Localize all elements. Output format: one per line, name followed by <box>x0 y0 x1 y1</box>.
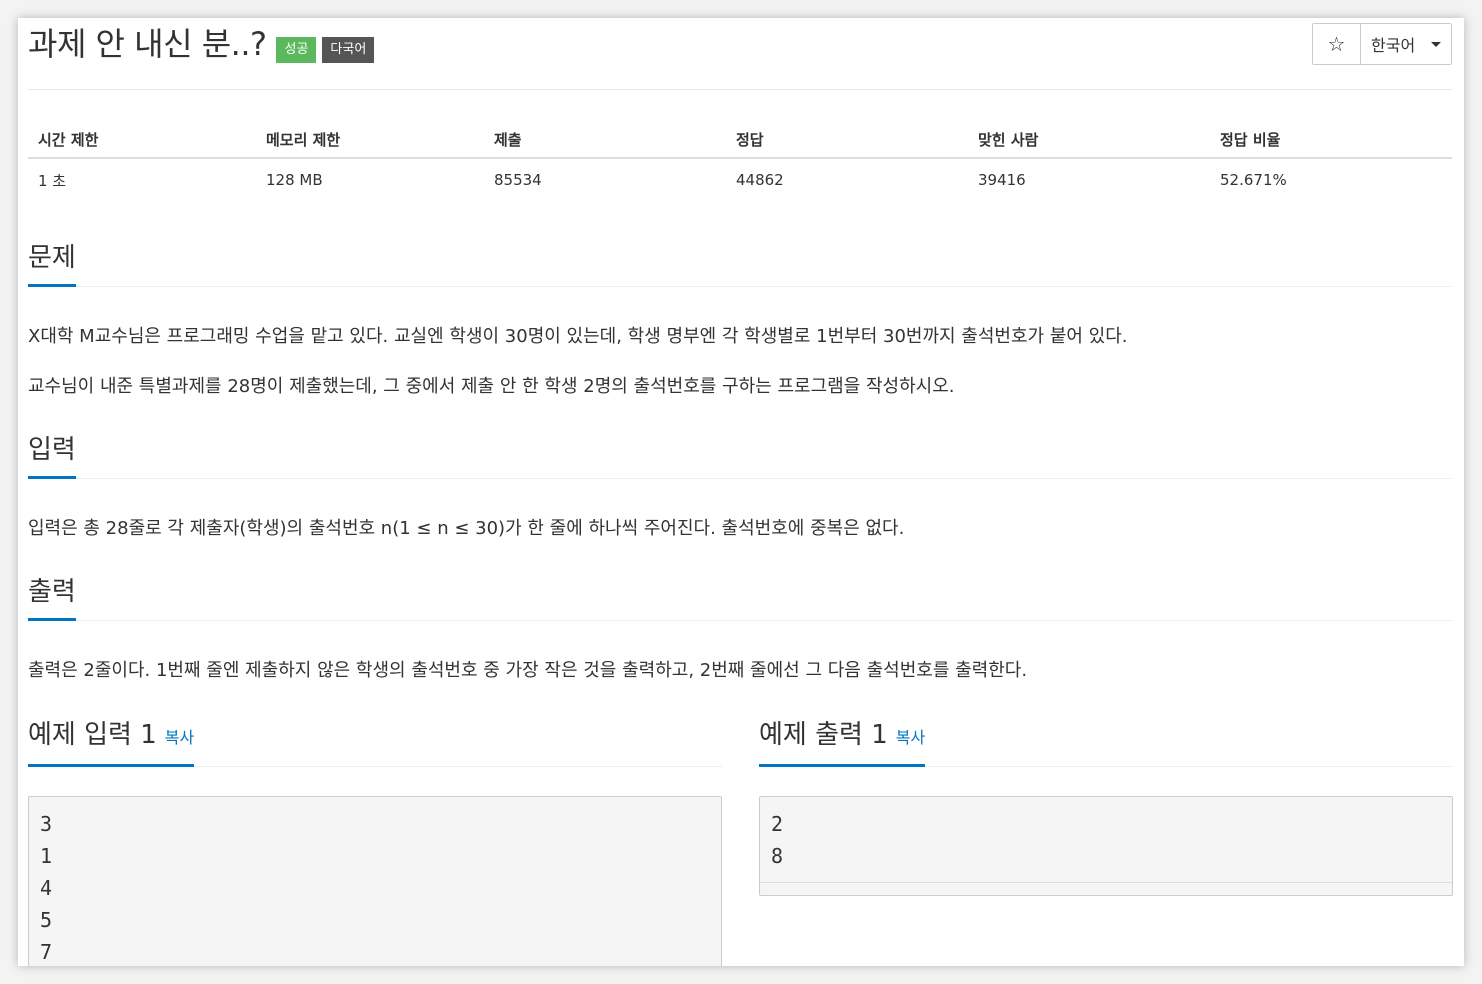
output-description: 출력은 2줄이다. 1번째 줄엔 제출하지 않은 학생의 출석번호 중 가장 작… <box>28 660 1028 681</box>
problem-section-title: 문제 <box>28 242 76 287</box>
input-description: 입력은 총 28줄로 각 제출자(학생)의 출석번호 n(1 ≤ n ≤ 30)… <box>28 518 905 539</box>
sample-input-box[interactable]: 3 1 4 5 7 <box>28 796 722 966</box>
sample-input-line: 3 <box>40 812 53 836</box>
output-section-header: 출력 <box>28 576 1452 621</box>
sample-input-header: 예제 입력 1 복사 <box>28 719 722 767</box>
header-solved-users: 맞힌 사람 <box>968 121 1210 159</box>
header-submissions: 제출 <box>484 121 726 159</box>
header-memory-limit: 메모리 제한 <box>256 121 484 159</box>
value-time-limit: 1 초 <box>38 171 67 190</box>
problem-header: 과제 안 내신 분..? 성공 다국어 ☆ 한국어 <box>28 18 1452 90</box>
sample-input-line: 1 <box>40 844 53 868</box>
problem-description-1: X대학 M교수님은 프로그래밍 수업을 맡고 있다. 교실엔 학생이 30명이 … <box>28 326 1128 347</box>
sample-input-title-wrap: 예제 입력 1 복사 <box>28 719 195 767</box>
info-header-row: 시간 제한 메모리 제한 제출 정답 맞힌 사람 정답 비율 <box>28 121 1452 159</box>
sample-output-line: 2 <box>771 812 784 836</box>
header-time-limit: 시간 제한 <box>28 121 256 159</box>
problem-content: 과제 안 내신 분..? 성공 다국어 ☆ 한국어 시간 제한 메모리 제한 제… <box>28 18 1453 966</box>
star-icon: ☆ <box>1327 32 1346 56</box>
problem-title: 과제 안 내신 분..? <box>28 25 267 63</box>
info-value-row: 1 초 128 MB 85534 44862 39416 52.671% <box>28 158 1452 201</box>
problem-info-table: 시간 제한 메모리 제한 제출 정답 맞힌 사람 정답 비율 1 초 128 M… <box>28 121 1452 201</box>
sample-input-line: 5 <box>40 908 53 932</box>
header-accepted: 정답 <box>726 121 968 159</box>
value-memory-limit: 128 MB <box>266 171 323 189</box>
success-badge: 성공 <box>276 37 317 63</box>
language-dropdown[interactable]: 한국어 <box>1361 24 1451 64</box>
sample-input-line: 7 <box>40 940 53 964</box>
header-button-group: ☆ 한국어 <box>1312 23 1452 65</box>
sample-output-title-wrap: 예제 출력 1 복사 <box>759 719 926 767</box>
problem-description-2: 교수님이 내준 특별과제를 28명이 제출했는데, 그 중에서 제출 안 한 학… <box>28 376 955 397</box>
favorite-star-button[interactable]: ☆ <box>1313 24 1361 64</box>
output-section-title: 출력 <box>28 576 76 621</box>
title-wrap: 과제 안 내신 분..? 성공 다국어 <box>28 25 375 63</box>
header-accept-ratio: 정답 비율 <box>1210 121 1452 159</box>
sample-input-line: 4 <box>40 876 53 900</box>
sample-input-title: 예제 입력 1 <box>28 720 157 750</box>
value-solved-users[interactable]: 39416 <box>968 158 1210 201</box>
value-accept-ratio: 52.671% <box>1220 171 1287 189</box>
input-section-title: 입력 <box>28 434 76 479</box>
sample-output-line: 8 <box>771 844 784 868</box>
multilang-badge: 다국어 <box>322 37 375 63</box>
language-label: 한국어 <box>1371 36 1416 55</box>
sample-output-copy-link[interactable]: 복사 <box>896 728 925 747</box>
caret-down-icon <box>1431 41 1442 47</box>
sample-output-header: 예제 출력 1 복사 <box>759 719 1453 767</box>
sample-output-box[interactable]: 2 8 <box>759 796 1453 896</box>
value-submissions[interactable]: 85534 <box>484 158 726 201</box>
problem-page: 과제 안 내신 분..? 성공 다국어 ☆ 한국어 시간 제한 메모리 제한 제… <box>18 18 1464 966</box>
value-accepted[interactable]: 44862 <box>726 158 968 201</box>
problem-section-header: 문제 <box>28 242 1452 287</box>
input-section-header: 입력 <box>28 434 1452 479</box>
sample-output-title: 예제 출력 1 <box>759 720 888 750</box>
sample-input-copy-link[interactable]: 복사 <box>165 728 194 747</box>
